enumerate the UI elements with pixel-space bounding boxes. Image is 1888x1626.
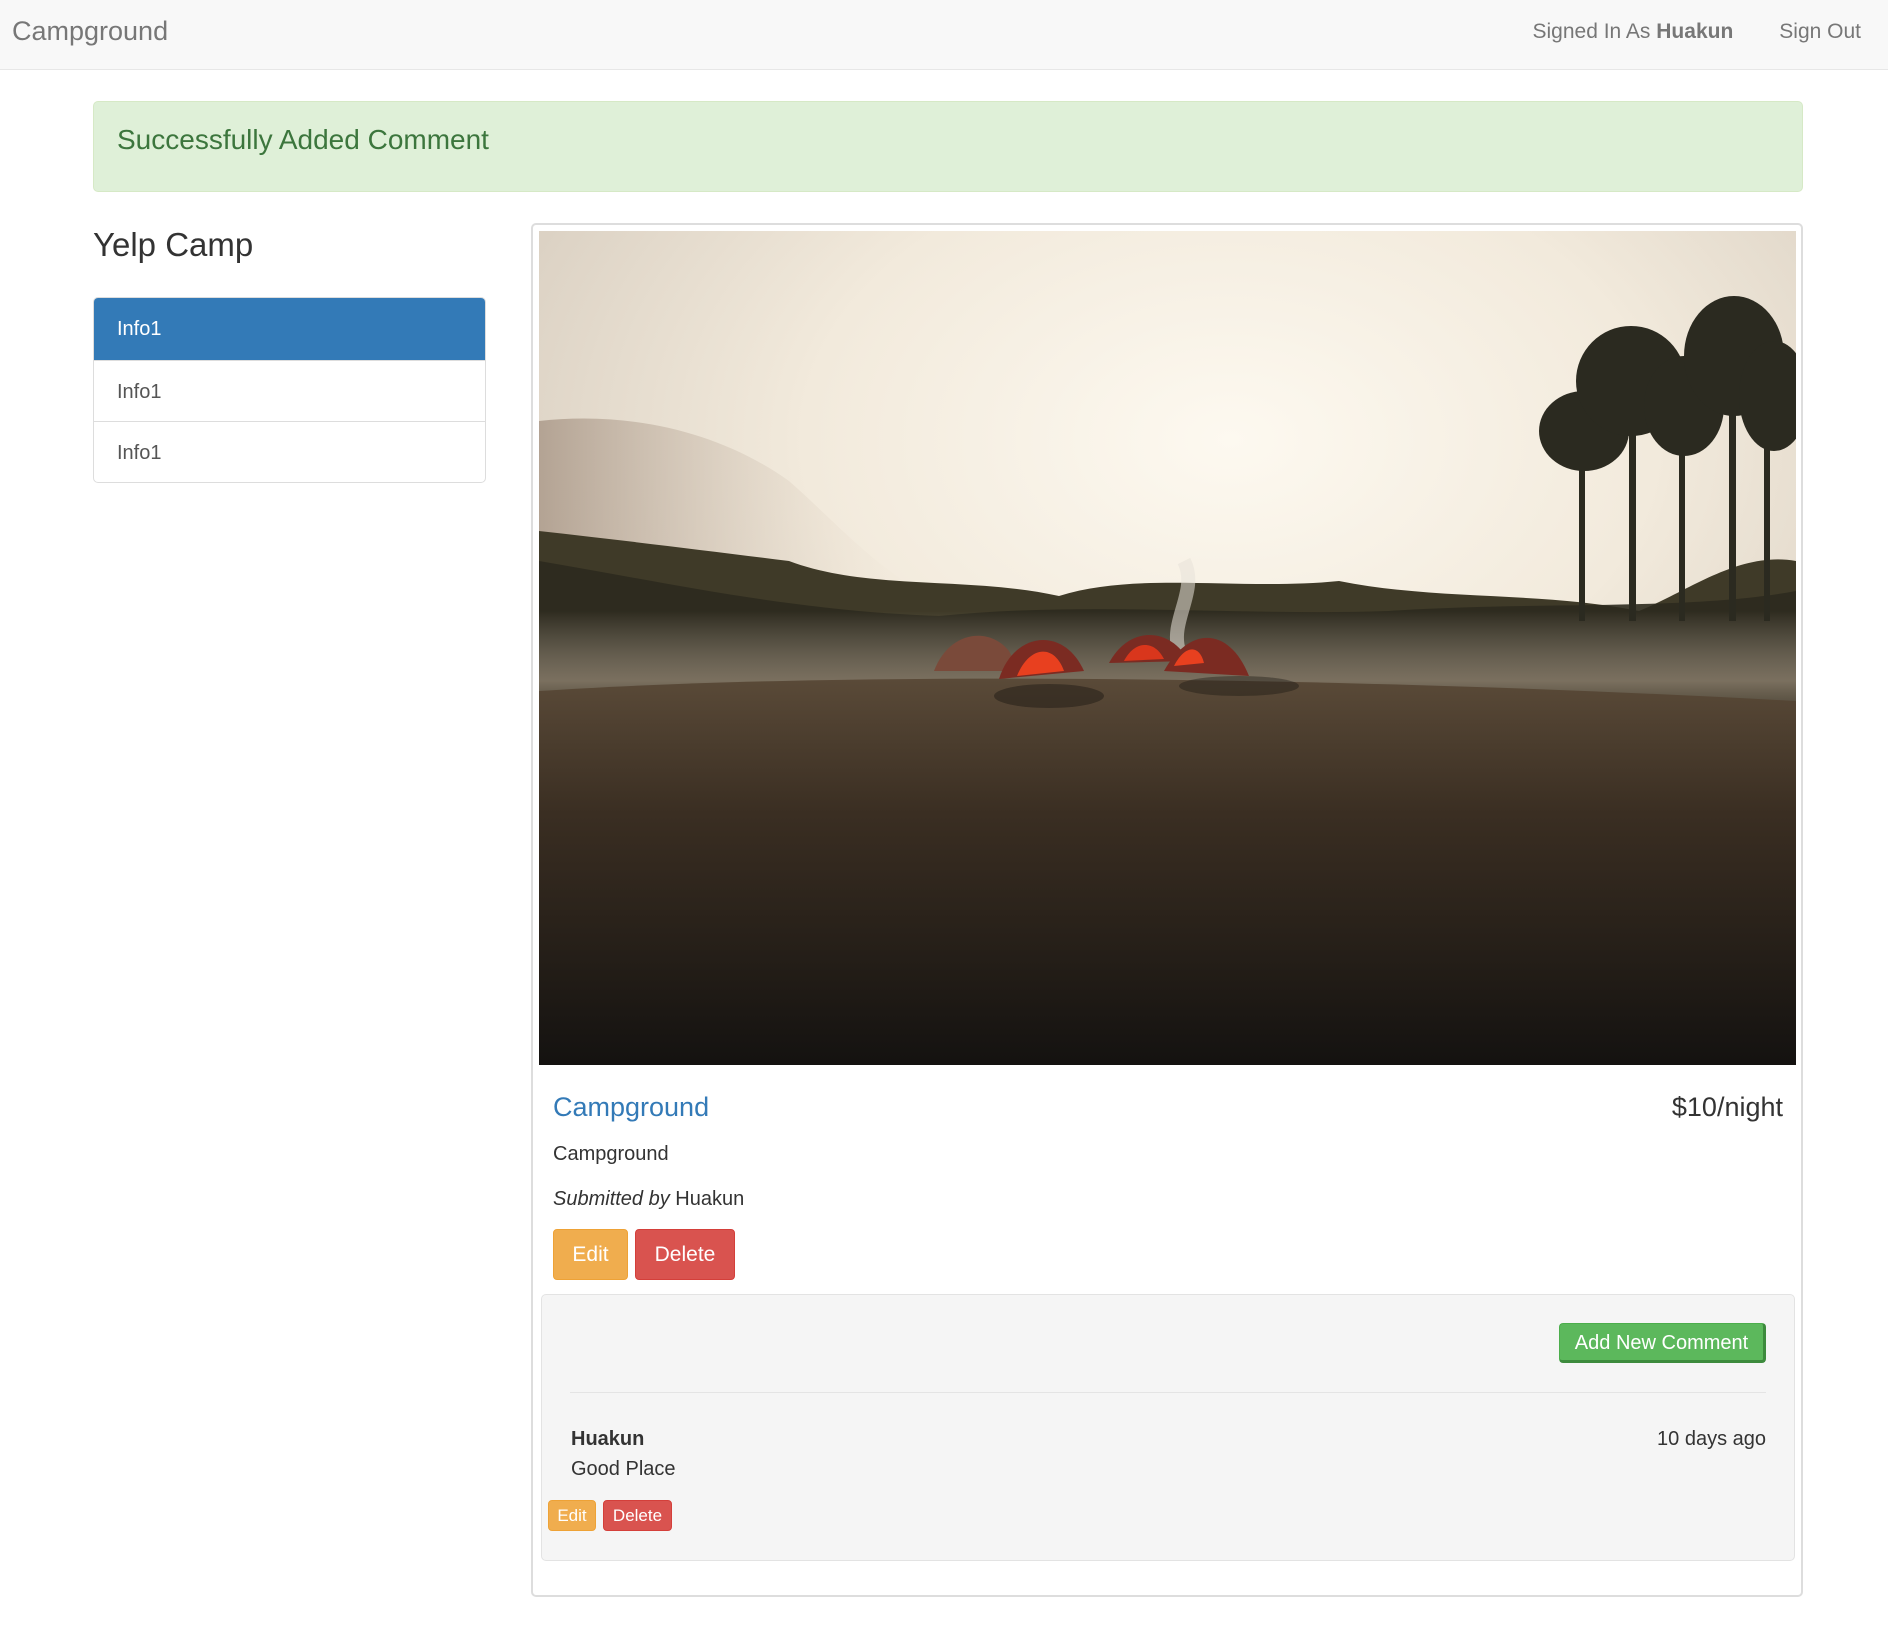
comment-text: Good Place (571, 1458, 676, 1480)
sidebar-item-info-1[interactable]: Info1 (94, 298, 485, 360)
campground-price: $10/night (1671, 1092, 1783, 1122)
delete-comment-button[interactable]: Delete (603, 1500, 672, 1531)
signed-in-label: Signed In As (1532, 20, 1651, 43)
success-alert: Successfully Added Comment (93, 101, 1803, 192)
sidebar-list: Info1 Info1 Info1 (93, 297, 486, 483)
campground-description: Campground (553, 1143, 669, 1165)
brand-link[interactable]: Campground (12, 16, 168, 47)
sidebar-title: Yelp Camp (93, 226, 254, 263)
comment-author: Huakun (571, 1428, 645, 1450)
add-comment-button[interactable]: Add New Comment (1559, 1323, 1766, 1363)
delete-campground-button[interactable]: Delete (635, 1229, 735, 1280)
sidebar-item-info-3[interactable]: Info1 (94, 421, 485, 482)
sidebar-item-info-2[interactable]: Info1 (94, 360, 485, 421)
submitted-by: Submitted by Huakun (553, 1188, 744, 1211)
navbar: Campground Signed In As Huakun Sign Out (0, 0, 1888, 70)
alert-message: Successfully Added Comment (117, 124, 489, 155)
signed-in-status[interactable]: Signed In As Huakun (1533, 20, 1734, 44)
campground-image (539, 231, 1796, 1065)
nav-right: Signed In As Huakun Sign Out (1533, 20, 1862, 44)
sign-out-link[interactable]: Sign Out (1779, 20, 1861, 44)
comment-timestamp: 10 days ago (1657, 1428, 1766, 1450)
edit-comment-button[interactable]: Edit (548, 1500, 596, 1531)
edit-campground-button[interactable]: Edit (553, 1229, 628, 1280)
submitted-by-label: Submitted by (553, 1188, 670, 1210)
campground-title[interactable]: Campground (553, 1092, 709, 1123)
comments-well: Add New Comment Huakun 10 days ago Good … (541, 1294, 1795, 1561)
campground-card: Campground $10/night Campground Submitte… (531, 223, 1803, 1597)
signed-in-username: Huakun (1656, 20, 1734, 43)
comments-divider (570, 1392, 1766, 1393)
submitted-by-author: Huakun (675, 1188, 745, 1210)
